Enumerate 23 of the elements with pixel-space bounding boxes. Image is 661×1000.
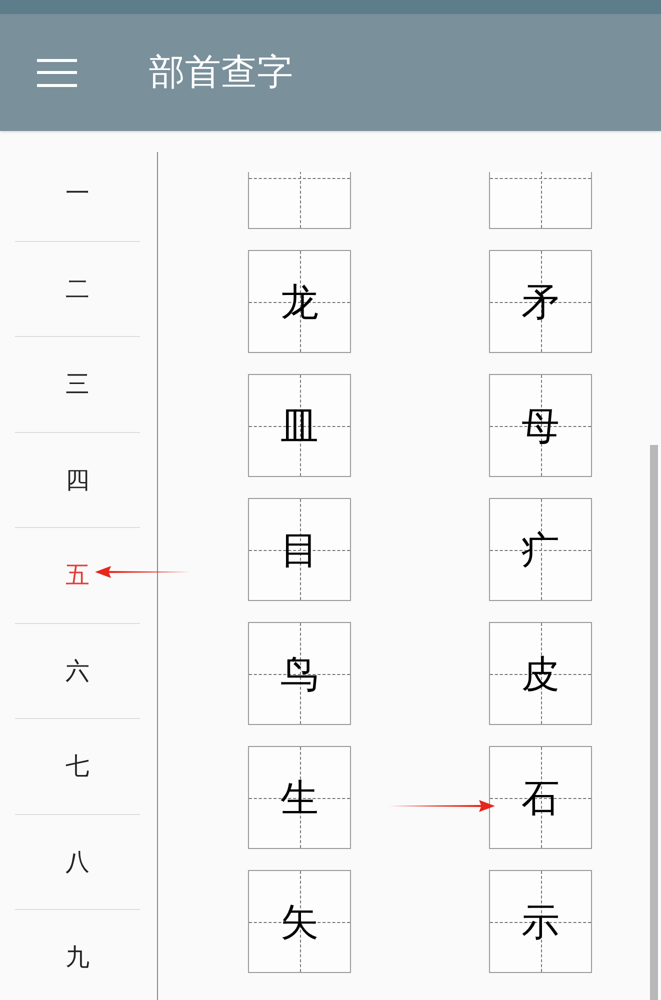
radical-cell[interactable]: 疒 bbox=[489, 498, 592, 601]
radical-cell[interactable]: 矛 bbox=[489, 250, 592, 353]
radical-cell[interactable]: 皿 bbox=[248, 374, 351, 477]
stroke-count-item[interactable]: 二 bbox=[66, 270, 90, 307]
stroke-count-item[interactable]: 八 bbox=[66, 844, 90, 880]
radical-cell[interactable]: 生 bbox=[248, 746, 351, 849]
radical-cell[interactable]: 母 bbox=[489, 374, 592, 477]
radical-cell[interactable]: 石 bbox=[489, 746, 592, 849]
radical-cell[interactable]: 矢 bbox=[248, 870, 351, 973]
stroke-count-item[interactable]: 一 bbox=[66, 174, 90, 211]
stroke-count-item[interactable]: 九 bbox=[66, 939, 90, 976]
radical-cell[interactable]: 鸟 bbox=[248, 622, 351, 725]
stroke-count-item[interactable]: 七 bbox=[66, 748, 90, 784]
stroke-count-item[interactable]: 六 bbox=[66, 652, 90, 689]
radical-cell[interactable]: 目 bbox=[248, 498, 351, 601]
stroke-count-item[interactable]: 四 bbox=[66, 462, 90, 498]
app-title: 部首查字 bbox=[149, 54, 293, 90]
stroke-count-item[interactable]: 三 bbox=[66, 366, 90, 402]
radical-cell[interactable]: 示 bbox=[489, 870, 592, 973]
radical-cell[interactable]: 龙 bbox=[248, 250, 351, 353]
menu-icon[interactable] bbox=[37, 58, 77, 88]
stroke-count-item[interactable]: 五 bbox=[66, 557, 90, 594]
radical-cell[interactable]: 皮 bbox=[489, 622, 592, 725]
